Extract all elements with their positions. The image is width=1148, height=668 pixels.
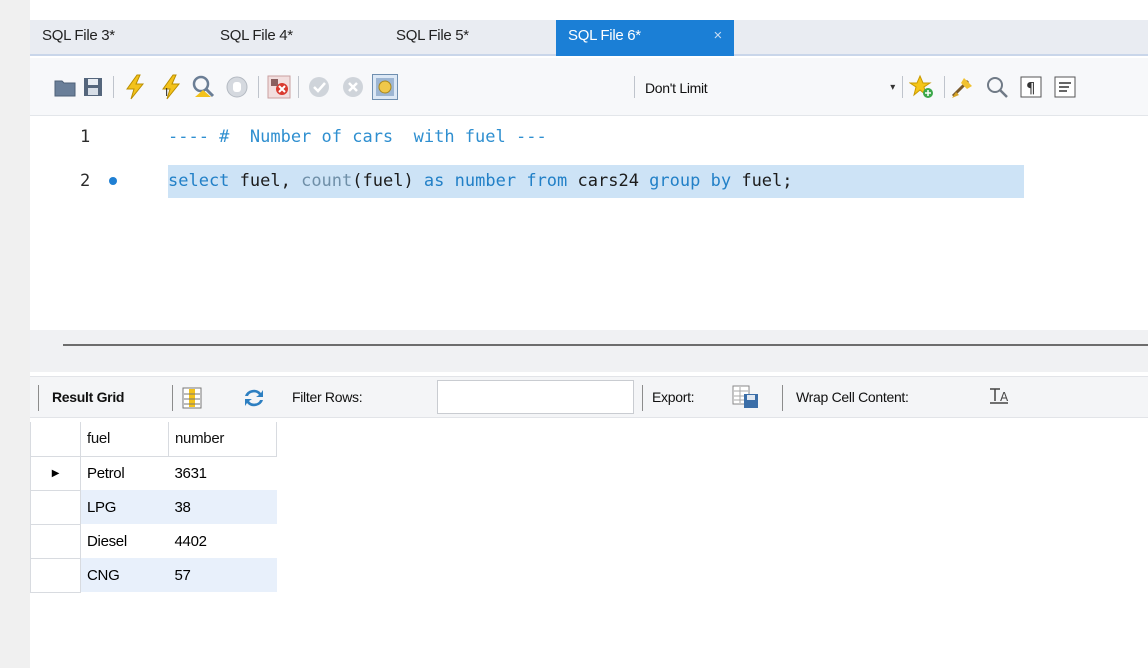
code-line-comment: ---- # Number of cars with fuel --- (168, 127, 547, 147)
limit-rows-value: Don't Limit (645, 80, 708, 96)
column-header-number[interactable]: number (168, 422, 277, 457)
sql-identifier: fuel, (229, 171, 302, 191)
filter-rows-label: Filter Rows: (292, 389, 363, 405)
toolbar-separator (642, 385, 643, 411)
sql-keyword: from (526, 171, 568, 191)
row-header[interactable] (30, 489, 81, 525)
sql-keyword: number (454, 171, 517, 191)
cell-fuel[interactable]: LPG (80, 490, 169, 524)
table-row[interactable]: Diesel 4402 (30, 523, 277, 559)
svg-text:A: A (1000, 390, 1009, 404)
cell-fuel[interactable]: CNG (80, 558, 169, 592)
table-row[interactable]: CNG 57 (30, 557, 277, 593)
export-label: Export: (652, 389, 695, 405)
toolbar-separator (38, 385, 39, 411)
autocommit-icon[interactable] (372, 74, 398, 100)
toolbar-separator (944, 76, 945, 98)
tab-label: SQL File 5* (396, 27, 469, 44)
limit-rows-select[interactable]: Don't Limit ▾ (645, 75, 895, 101)
sql-editor[interactable]: 1 ---- # Number of cars with fuel --- 2 … (30, 117, 1148, 330)
sql-identifier: fuel; (731, 171, 793, 191)
export-icon[interactable] (732, 385, 760, 409)
wrap-icon[interactable] (1052, 74, 1078, 100)
tab-sql-file-4[interactable]: SQL File 4* (208, 20, 383, 56)
save-icon[interactable] (80, 74, 106, 100)
cell-fuel[interactable]: Diesel (81, 524, 169, 558)
wrap-cell-content-icon[interactable]: A (988, 387, 1010, 407)
cell-number[interactable]: 3631 (169, 456, 277, 490)
tab-bar: SQL File 3* SQL File 4* SQL File 5* SQL … (30, 20, 1148, 56)
tab-sql-file-5[interactable]: SQL File 5* (384, 20, 556, 56)
wrap-cell-content-label: Wrap Cell Content: (796, 389, 909, 405)
statement-marker-icon (109, 177, 117, 185)
tab-sql-file-3[interactable]: SQL File 3* (30, 20, 205, 56)
code-line-query: select fuel, count(fuel) as number from … (168, 171, 793, 191)
line-number: 1 (80, 127, 91, 147)
beautify-icon[interactable] (950, 74, 976, 100)
toolbar-separator (298, 76, 299, 98)
panel-splitter[interactable] (30, 330, 1148, 372)
sql-keyword: by (710, 171, 732, 191)
current-row-marker-icon[interactable]: ▶ (30, 455, 81, 491)
line-number: 2 (80, 171, 91, 191)
sql-identifier: (fuel) (352, 171, 424, 191)
column-header-fuel[interactable]: fuel (80, 422, 169, 457)
open-folder-icon[interactable] (52, 74, 78, 100)
commit-icon[interactable] (306, 74, 332, 100)
sql-identifier: cars24 (567, 171, 650, 191)
sql-space (444, 171, 454, 191)
svg-text:I: I (165, 86, 168, 99)
svg-text:¶: ¶ (1026, 79, 1036, 97)
refresh-icon[interactable] (242, 387, 266, 409)
invisible-chars-icon[interactable]: ¶ (1018, 74, 1044, 100)
cell-number[interactable]: 38 (168, 490, 277, 524)
sql-keyword: as (423, 171, 445, 191)
sql-keyword: group (649, 171, 701, 191)
sql-space (516, 171, 526, 191)
table-row[interactable]: ▶ Petrol 3631 (30, 455, 277, 491)
explain-icon[interactable] (190, 74, 216, 100)
toolbar-separator (113, 76, 114, 98)
tab-close-icon[interactable]: × (714, 20, 723, 52)
sql-keyword: select (168, 171, 230, 191)
row-header[interactable] (30, 557, 81, 593)
toolbar-separator (172, 385, 173, 411)
result-grid: fuel number ▶ Petrol 3631 LPG 38 Diesel … (30, 422, 277, 593)
tab-sql-file-6[interactable]: SQL File 6* × (556, 20, 734, 56)
tab-label: SQL File 3* (42, 27, 115, 44)
filter-rows-input[interactable] (437, 380, 634, 414)
toolbar-separator (782, 385, 783, 411)
rollback-icon[interactable] (340, 74, 366, 100)
execute-icon[interactable] (122, 74, 148, 100)
window-frame (0, 0, 30, 668)
tab-label: SQL File 4* (220, 27, 293, 44)
execute-current-icon[interactable]: I (158, 74, 184, 100)
toolbar-separator (258, 76, 259, 98)
window-top-strip (30, 0, 1148, 9)
editor-toolbar: I Don't Limit ▾ ¶ (30, 58, 1148, 116)
toggle-error-icon[interactable] (266, 74, 292, 100)
stop-icon[interactable] (224, 74, 250, 100)
sql-space (700, 171, 710, 191)
cell-number[interactable]: 57 (168, 558, 277, 592)
tab-label: SQL File 6* (568, 27, 641, 44)
grid-header-row: fuel number (30, 422, 277, 457)
find-icon[interactable] (984, 74, 1010, 100)
cell-fuel[interactable]: Petrol (81, 456, 169, 490)
result-toolbar: Result Grid Filter Rows: Export: Wrap Ce… (30, 376, 1148, 418)
toolbar-separator (634, 76, 635, 98)
row-header[interactable] (30, 523, 81, 559)
bookmark-icon[interactable] (909, 74, 935, 100)
table-row[interactable]: LPG 38 (30, 489, 277, 525)
splitter-line (63, 344, 1148, 346)
result-grid-tab[interactable]: Result Grid (52, 389, 124, 405)
chevron-down-icon: ▾ (890, 82, 895, 93)
toolbar-separator (902, 76, 903, 98)
result-grid-layout-icon[interactable] (182, 387, 202, 409)
grid-corner-cell[interactable] (30, 422, 81, 457)
cell-number[interactable]: 4402 (169, 524, 277, 558)
sql-function: count (301, 171, 353, 191)
